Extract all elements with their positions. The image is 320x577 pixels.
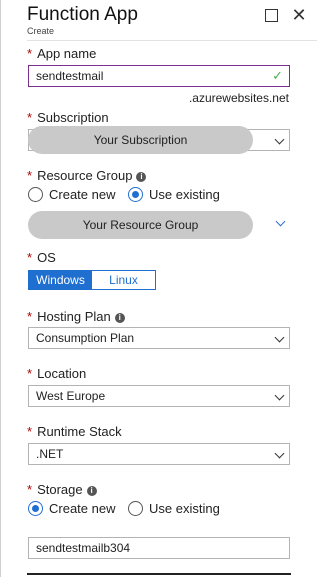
chevron-down-icon — [274, 448, 285, 459]
app-name-input[interactable]: sendtestmail ✓ — [28, 65, 290, 87]
chevron-down-icon — [274, 390, 285, 401]
storage-name-value: sendtestmailb304 — [36, 541, 131, 555]
storage-name-input[interactable]: sendtestmailb304 — [28, 537, 290, 559]
resource-group-value: Your Resource Group — [28, 211, 253, 239]
os-label: * OS — [27, 250, 56, 265]
hosting-plan-dropdown[interactable]: Consumption Plan — [28, 327, 290, 349]
os-toggle: Windows Linux — [28, 270, 156, 290]
storage-use-existing-radio[interactable]: Use existing — [128, 501, 220, 516]
blade-title: Function App — [27, 4, 138, 25]
chevron-down-icon — [274, 134, 285, 145]
storage-create-new-radio[interactable]: Create new — [28, 501, 115, 516]
info-icon[interactable]: i — [86, 486, 97, 496]
info-icon[interactable]: i — [136, 172, 147, 182]
subscription-label: * Subscription — [27, 110, 109, 125]
function-app-blade: Function App Create ✕ * App name sendtest… — [0, 0, 317, 577]
resource-group-use-existing-radio[interactable]: Use existing — [128, 187, 220, 202]
location-value: West Europe — [36, 389, 106, 403]
runtime-stack-dropdown[interactable]: .NET — [28, 443, 290, 465]
runtime-stack-value: .NET — [36, 447, 64, 461]
close-icon[interactable]: ✕ — [291, 6, 307, 24]
location-dropdown[interactable]: West Europe — [28, 385, 290, 407]
hosting-plan-label: * Hosting Plan i — [27, 309, 125, 324]
location-label: * Location — [27, 366, 87, 381]
os-windows-option[interactable]: Windows — [29, 271, 92, 289]
required-mark: * — [27, 46, 33, 61]
info-icon[interactable]: i — [114, 313, 125, 323]
resource-group-label: * Resource Group i — [27, 168, 147, 183]
storage-label: * Storage i — [27, 482, 97, 497]
app-name-value: sendtestmail — [36, 69, 104, 83]
app-name-domain-suffix: .azurewebsites.net — [188, 91, 289, 105]
checkmark-icon: ✓ — [272, 68, 283, 83]
header-divider — [27, 40, 317, 41]
maximize-icon[interactable] — [263, 7, 279, 23]
runtime-stack-label: * Runtime Stack — [27, 424, 122, 439]
os-linux-option[interactable]: Linux — [92, 271, 155, 289]
bottom-divider — [27, 573, 291, 575]
resource-group-create-new-radio[interactable]: Create new — [28, 187, 115, 202]
chevron-down-icon — [274, 332, 285, 343]
hosting-plan-value: Consumption Plan — [36, 331, 135, 345]
app-name-label: * App name — [27, 46, 97, 61]
blade-subtitle: Create — [27, 26, 55, 36]
chevron-down-icon — [275, 216, 286, 227]
subscription-value: Your Subscription — [28, 126, 253, 154]
